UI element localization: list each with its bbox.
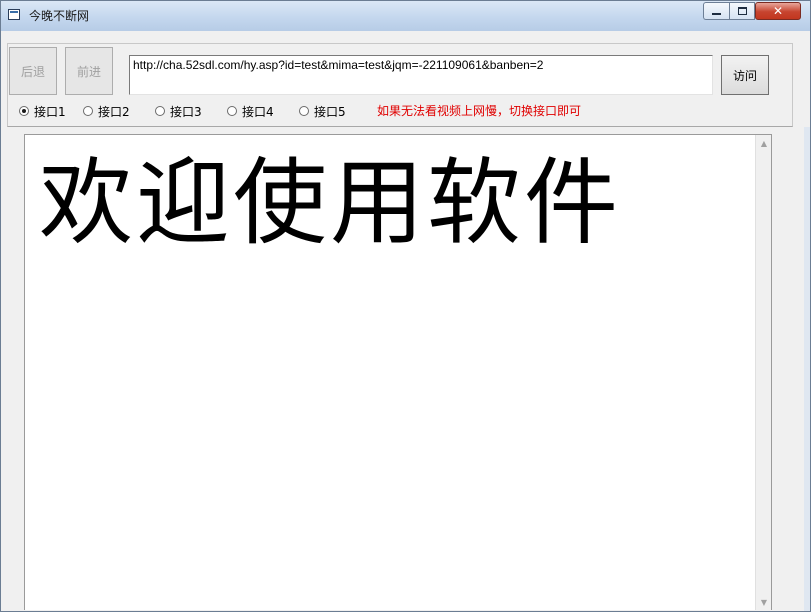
interface-option-1[interactable]: 接口1: [19, 101, 66, 121]
radio-unselected-icon[interactable]: [227, 106, 237, 116]
interface-option-label: 接口5: [314, 104, 346, 119]
window-side-strip: [804, 127, 810, 611]
interface-option-2[interactable]: 接口2: [83, 101, 130, 121]
minimize-button[interactable]: [703, 2, 729, 20]
visit-button-label: 访问: [732, 68, 757, 83]
close-button[interactable]: ✕: [755, 2, 801, 20]
forward-button[interactable]: 前进: [65, 47, 113, 95]
visit-button[interactable]: 访问: [721, 55, 769, 95]
embedded-browser[interactable]: 欢迎使用软件 ▲ ▼: [24, 134, 772, 610]
scroll-down-arrow-icon[interactable]: ▼: [756, 594, 771, 610]
url-input[interactable]: http://cha.52sdl.com/hy.asp?id=test&mima…: [129, 55, 713, 95]
interface-option-5[interactable]: 接口5: [299, 101, 346, 121]
interface-option-label: 接口2: [98, 104, 130, 119]
welcome-heading: 欢迎使用软件: [39, 149, 622, 258]
radio-unselected-icon[interactable]: [299, 106, 309, 116]
switch-interface-notice: 如果无法看视频上网慢，切换接口即可: [377, 104, 582, 118]
browser-content[interactable]: 欢迎使用软件: [25, 135, 755, 610]
close-icon: ✕: [772, 4, 784, 18]
app-window-icon[interactable]: [8, 9, 20, 20]
interface-option-label: 接口3: [170, 104, 202, 119]
interface-option-4[interactable]: 接口4: [227, 101, 274, 121]
back-button[interactable]: 后退: [9, 47, 57, 95]
radio-selected-icon[interactable]: [19, 106, 29, 116]
window-title: 今晚不断网: [29, 9, 90, 23]
vertical-scrollbar[interactable]: ▲ ▼: [755, 135, 771, 610]
maximize-button[interactable]: [729, 2, 755, 20]
interface-option-3[interactable]: 接口3: [155, 101, 202, 121]
interface-option-label: 接口1: [34, 104, 66, 119]
app-window: 今晚不断网 ✕ 后退 前进 http://cha.52sdl.com/hy.as…: [0, 0, 811, 612]
maximize-icon: [738, 7, 747, 15]
back-button-label: 后退: [20, 64, 45, 79]
title-bar[interactable]: 今晚不断网 ✕: [1, 1, 810, 31]
radio-unselected-icon[interactable]: [83, 106, 93, 116]
radio-unselected-icon[interactable]: [155, 106, 165, 116]
forward-button-label: 前进: [76, 64, 101, 79]
interface-option-label: 接口4: [242, 104, 274, 119]
scroll-up-arrow-icon[interactable]: ▲: [756, 135, 771, 152]
minimize-icon: [712, 13, 721, 15]
